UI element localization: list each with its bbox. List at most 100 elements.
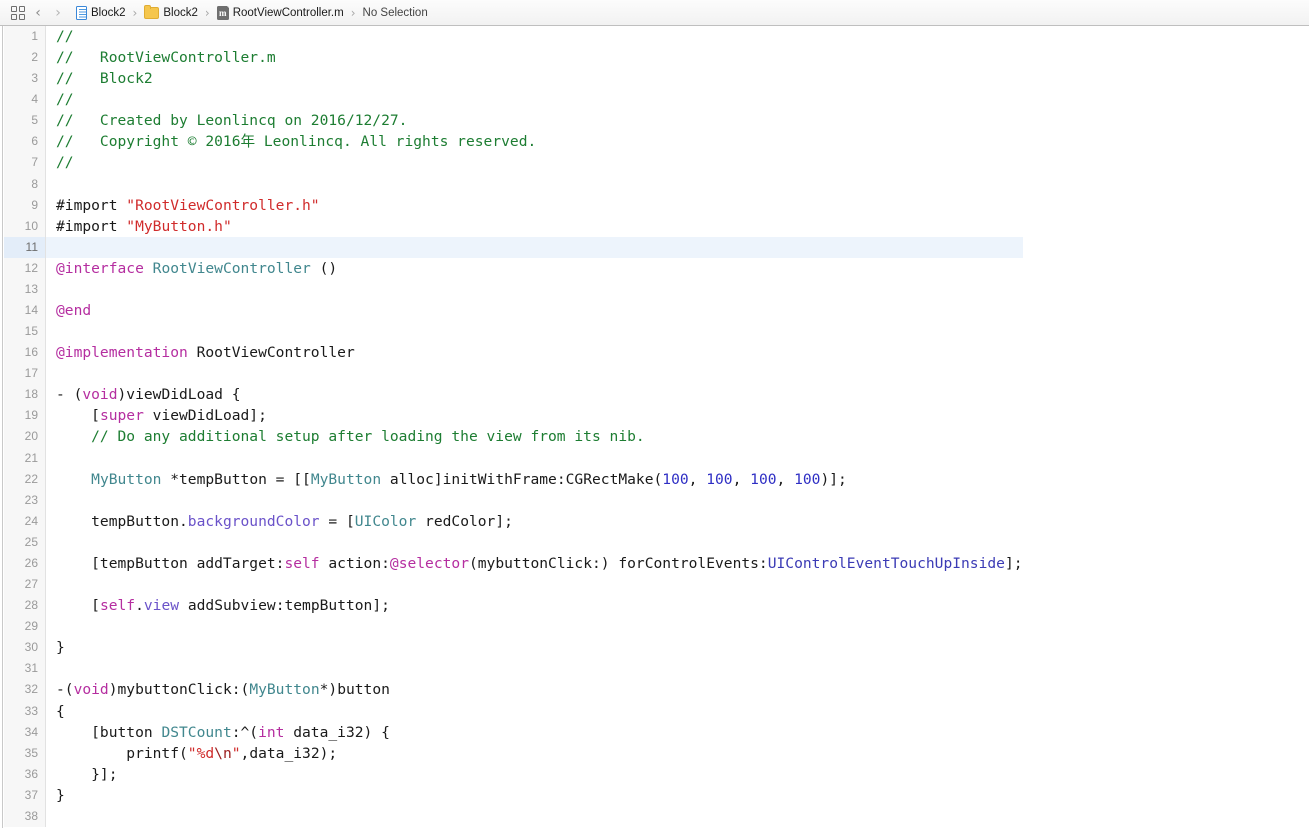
line-number[interactable]: 25 — [4, 531, 46, 553]
code-line[interactable]: 24 tempButton.backgroundColor = [UIColor… — [4, 510, 1023, 532]
code-line[interactable]: 13 — [4, 278, 1023, 301]
line-number[interactable]: 22 — [4, 468, 46, 490]
code-line[interactable]: 34 [button DSTCount:^(int data_i32) { — [4, 721, 1023, 743]
breadcrumb-item-folder[interactable]: Block2 — [142, 4, 200, 20]
code-line[interactable]: 36 }]; — [4, 763, 1023, 785]
code-line[interactable]: 28 [self.view addSubview:tempButton]; — [4, 595, 1023, 617]
code-scroll-area[interactable]: 1 // 2 // RootViewController.m 3 // Block2 4 //… — [4, 26, 1309, 828]
code-line-text[interactable]: tempButton.backgroundColor = [UIColor re… — [46, 511, 1023, 532]
line-number[interactable]: 23 — [4, 489, 46, 511]
code-line[interactable]: 37} — [4, 784, 1023, 806]
line-number[interactable]: 8 — [4, 173, 46, 195]
line-number[interactable]: 26 — [4, 552, 46, 575]
code-line-text[interactable]: // — [46, 152, 1023, 173]
line-number[interactable]: 17 — [4, 363, 46, 385]
code-line-text[interactable]: MyButton *tempButton = [[MyButton alloc]… — [46, 469, 1023, 490]
code-line-text[interactable] — [46, 532, 1023, 553]
code-line[interactable]: 25 — [4, 531, 1023, 553]
code-line-text[interactable]: - (void)viewDidLoad { — [46, 384, 1023, 405]
code-line[interactable]: 38 — [4, 805, 1023, 827]
code-line-text[interactable] — [46, 321, 1023, 342]
line-number[interactable]: 20 — [4, 426, 46, 448]
code-line[interactable]: 2 // RootViewController.m — [4, 47, 1023, 69]
code-line[interactable]: 27 — [4, 574, 1023, 596]
code-line[interactable]: 18- (void)viewDidLoad { — [4, 384, 1023, 406]
code-line-text[interactable] — [46, 279, 1023, 300]
code-line-text[interactable] — [46, 574, 1023, 595]
code-line-text[interactable] — [46, 806, 1023, 827]
line-number[interactable]: 5 — [4, 110, 46, 132]
code-line[interactable]: 20 // Do any additional setup after load… — [4, 426, 1023, 448]
line-number[interactable]: 3 — [4, 68, 46, 90]
code-line[interactable]: 10 #import "MyButton.h" — [4, 215, 1023, 237]
line-number[interactable]: 14 — [4, 300, 46, 322]
code-line-text[interactable]: [button DSTCount:^(int data_i32) { — [46, 722, 1023, 743]
breadcrumb-item-file[interactable]: m RootViewController.m — [215, 5, 346, 21]
code-line-text[interactable]: // Do any additional setup after loading… — [46, 426, 1023, 447]
navigate-back-button[interactable]: ‹ — [28, 4, 48, 22]
code-line[interactable]: 30} — [4, 637, 1023, 659]
line-number[interactable]: 38 — [4, 805, 46, 827]
code-line[interactable]: 29 — [4, 616, 1023, 638]
code-line-text[interactable]: }]; — [46, 764, 1023, 785]
line-number[interactable]: 29 — [4, 616, 46, 638]
line-number[interactable]: 21 — [4, 447, 46, 469]
line-number[interactable]: 28 — [4, 595, 46, 617]
source-editor[interactable]: 1 // 2 // RootViewController.m 3 // Block2 4 //… — [0, 26, 1309, 828]
code-line-text[interactable]: // Copyright © 2016年 Leonlincq. All righ… — [46, 131, 1023, 152]
line-number[interactable]: 7 — [4, 152, 46, 174]
code-line[interactable]: 22 MyButton *tempButton = [[MyButton all… — [4, 468, 1023, 490]
code-line[interactable]: 15 — [4, 321, 1023, 343]
line-number[interactable]: 35 — [4, 742, 46, 764]
line-number[interactable]: 4 — [4, 89, 46, 111]
code-line[interactable]: 7 // — [4, 152, 1023, 174]
code-line-text[interactable]: } — [46, 637, 1023, 658]
code-line[interactable]: 6 // Copyright © 2016年 Leonlincq. All rig… — [4, 131, 1023, 153]
code-line-text[interactable]: // — [46, 89, 1023, 110]
code-line[interactable]: 35 printf("%d\n",data_i32); — [4, 742, 1023, 764]
code-line-text[interactable]: // Created by Leonlincq on 2016/12/27. — [46, 110, 1023, 131]
code-line[interactable]: 31 — [4, 658, 1023, 680]
code-line-text[interactable] — [45, 236, 1023, 258]
code-line[interactable]: 21 — [4, 447, 1023, 469]
code-line[interactable]: 33 { — [4, 700, 1023, 722]
line-number[interactable]: 19 — [4, 405, 46, 427]
code-line-text[interactable]: @interface RootViewController () — [46, 258, 1023, 279]
code-line-text[interactable]: // Block2 — [46, 68, 1023, 89]
code-line-text[interactable]: #import "RootViewController.h" — [46, 195, 1023, 216]
code-line-text[interactable] — [46, 658, 1023, 679]
related-items-button[interactable] — [8, 4, 28, 22]
code-line[interactable]: 8 — [4, 173, 1023, 195]
line-number[interactable]: 24 — [4, 510, 46, 532]
code-line-text[interactable] — [46, 448, 1023, 469]
code-line[interactable]: 16 @implementation RootViewController — [4, 342, 1023, 364]
code-line-text[interactable]: @implementation RootViewController — [46, 342, 1023, 363]
line-number[interactable]: 1 — [4, 26, 46, 48]
code-line[interactable]: 3 // Block2 — [4, 68, 1023, 90]
line-number[interactable]: 32 — [4, 679, 46, 701]
code-line-text[interactable]: printf("%d\n",data_i32); — [46, 743, 1023, 764]
line-number[interactable]: 33 — [4, 700, 46, 722]
code-line-text[interactable]: [tempButton addTarget:self action:@selec… — [46, 553, 1022, 574]
line-number[interactable]: 34 — [4, 721, 46, 743]
code-line-text[interactable]: [self.view addSubview:tempButton]; — [46, 595, 1023, 616]
code-line[interactable]: 19 [super viewDidLoad]; — [4, 405, 1023, 427]
code-line-text[interactable]: } — [46, 785, 1023, 806]
code-line[interactable]: 5 // Created by Leonlincq on 2016/12/27. — [4, 110, 1023, 132]
navigate-forward-button[interactable]: › — [48, 4, 68, 22]
line-number[interactable]: 30 — [4, 637, 46, 659]
line-number[interactable]: 18 — [4, 384, 46, 406]
line-number[interactable]: 12 — [4, 257, 46, 279]
code-line-text[interactable]: [super viewDidLoad]; — [46, 405, 1023, 426]
code-line[interactable]: 12 @interface RootViewController () — [4, 257, 1023, 279]
line-number[interactable]: 13 — [4, 278, 46, 301]
code-line[interactable]: 14 @end — [4, 300, 1023, 322]
line-number[interactable]: 16 — [4, 342, 46, 364]
code-line[interactable]: 1 // — [4, 26, 1023, 48]
code-line[interactable]: 9 #import "RootViewController.h" — [4, 194, 1023, 216]
code-line-text[interactable] — [46, 490, 1023, 511]
breadcrumb-item-project[interactable]: Block2 — [74, 5, 128, 21]
code-line-text[interactable]: -(void)mybuttonClick:(MyButton*)button — [46, 679, 1023, 700]
line-number[interactable]: 9 — [4, 194, 46, 216]
code-line-text[interactable] — [46, 616, 1023, 637]
